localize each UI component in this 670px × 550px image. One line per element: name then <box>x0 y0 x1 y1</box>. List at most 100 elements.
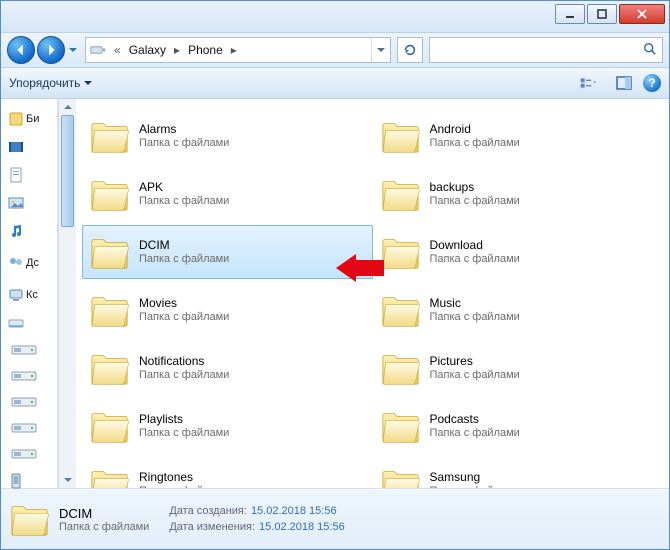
folder-name: backups <box>430 180 520 194</box>
folder-item[interactable]: backupsПапка с файлами <box>373 167 664 221</box>
folder-item[interactable]: NotificationsПапка с файлами <box>82 341 373 395</box>
scroll-down-icon[interactable] <box>59 472 76 488</box>
sidebar-item-phone[interactable] <box>8 473 50 489</box>
details-type: Папка с файлами <box>59 521 149 533</box>
folder-icon <box>89 174 131 214</box>
chevron-down-icon <box>84 76 92 90</box>
folder-icon <box>380 116 422 156</box>
organize-menu[interactable]: Упорядочить <box>9 76 92 90</box>
search-box[interactable] <box>429 37 663 63</box>
folder-item[interactable]: SamsungПапка с файлами <box>373 457 664 488</box>
sidebar-item-pictures[interactable] <box>8 195 50 211</box>
titlebar <box>1 1 669 33</box>
folder-icon <box>89 290 131 330</box>
libraries-icon <box>8 111 24 127</box>
video-icon <box>8 139 24 155</box>
file-list[interactable]: AlarmsПапка с файламиAndroidПапка с файл… <box>76 99 669 488</box>
folder-icon <box>380 232 422 272</box>
scroll-thumb[interactable] <box>61 115 74 227</box>
folder-item[interactable]: RingtonesПапка с файлами <box>82 457 373 488</box>
forward-button[interactable] <box>37 36 65 64</box>
folder-item[interactable]: AndroidПапка с файлами <box>373 109 664 163</box>
folder-item[interactable]: PicturesПапка с файлами <box>373 341 664 395</box>
folder-name: DCIM <box>139 238 229 252</box>
chevron-left-icon: « <box>110 43 125 57</box>
sidebar-item-videos[interactable] <box>8 139 50 155</box>
sidebar-item-drive-c[interactable] <box>8 315 50 331</box>
breadcrumb-seg-phone[interactable]: Phone <box>184 38 227 62</box>
organize-label: Упорядочить <box>9 76 80 90</box>
folder-item[interactable]: DCIMПапка с файлами <box>82 225 373 279</box>
details-created-value: 15.02.2018 15:56 <box>251 503 337 519</box>
folder-item[interactable]: DownloadПапка с файлами <box>373 225 664 279</box>
sidebar-item-drive[interactable] <box>11 369 47 383</box>
scroll-up-icon[interactable] <box>59 99 76 115</box>
scroll-track[interactable] <box>59 115 76 472</box>
folder-name: Samsung <box>430 470 520 484</box>
folder-subtitle: Папка с файлами <box>139 194 229 208</box>
sidebar-item-docs[interactable] <box>8 167 50 183</box>
folder-subtitle: Папка с файлами <box>139 252 229 266</box>
breadcrumb[interactable]: « Galaxy ▸ Phone ▸ <box>85 37 391 63</box>
view-options-button[interactable] <box>569 72 607 94</box>
details-modified-label: Дата изменения: <box>169 519 255 535</box>
sidebar-item-homegroup[interactable]: Дс <box>8 255 50 271</box>
help-button[interactable]: ? <box>643 74 661 92</box>
sidebar-item-drive[interactable] <box>11 395 47 409</box>
refresh-button[interactable] <box>397 37 423 63</box>
folder-icon <box>380 348 422 388</box>
phone-icon <box>8 473 24 489</box>
navbar: « Galaxy ▸ Phone ▸ <box>1 33 669 68</box>
nav-sidebar[interactable]: Би Дс Кс <box>1 99 58 488</box>
homegroup-icon <box>8 255 24 271</box>
folder-name: Pictures <box>430 354 520 368</box>
chevron-right-icon: ▸ <box>170 43 184 57</box>
folder-subtitle: Папка с файлами <box>139 368 229 382</box>
chevron-right-icon: ▸ <box>227 43 241 57</box>
folder-item[interactable]: MoviesПапка с файлами <box>82 283 373 337</box>
picture-icon <box>8 195 24 211</box>
device-icon[interactable] <box>86 44 110 56</box>
preview-pane-button[interactable] <box>613 72 635 94</box>
sidebar-item-drive[interactable] <box>11 447 47 461</box>
folder-name: Music <box>430 296 520 310</box>
breadcrumb-dropdown[interactable] <box>371 38 390 62</box>
sidebar-item-computer[interactable]: Кс <box>8 287 50 303</box>
maximize-button[interactable] <box>587 4 617 24</box>
search-icon[interactable] <box>638 42 662 59</box>
sidebar-item-drive[interactable] <box>11 343 47 357</box>
body: Би Дс Кс <box>1 99 669 488</box>
folder-name: Notifications <box>139 354 229 368</box>
document-icon <box>8 167 24 183</box>
minimize-button[interactable] <box>555 4 585 24</box>
close-button[interactable] <box>619 4 665 24</box>
back-button[interactable] <box>7 36 35 64</box>
folder-subtitle: Папка с файлами <box>430 252 520 266</box>
folder-item[interactable]: APKПапка с файлами <box>82 167 373 221</box>
folder-subtitle: Папка с файлами <box>139 426 229 440</box>
sidebar-item-music[interactable] <box>8 223 50 239</box>
folder-subtitle: Папка с файлами <box>430 310 520 324</box>
breadcrumb-seg-galaxy[interactable]: Galaxy <box>125 38 170 62</box>
sidebar-scrollbar[interactable] <box>58 99 76 488</box>
folder-icon <box>89 116 131 156</box>
sidebar-item-libraries[interactable]: Би <box>8 111 50 127</box>
folder-subtitle: Папка с файлами <box>430 484 520 488</box>
folder-icon <box>380 464 422 488</box>
folder-icon <box>89 348 131 388</box>
folder-item[interactable]: AlarmsПапка с файлами <box>82 109 373 163</box>
folder-icon <box>380 290 422 330</box>
folder-icon <box>9 498 51 540</box>
drive-icon <box>8 315 24 331</box>
folder-item[interactable]: MusicПапка с файлами <box>373 283 664 337</box>
folder-icon <box>380 174 422 214</box>
search-input[interactable] <box>430 43 638 57</box>
folder-item[interactable]: PlaylistsПапка с файлами <box>82 399 373 453</box>
folder-icon <box>89 232 131 272</box>
toolbar: Упорядочить ? <box>1 68 669 99</box>
folder-icon <box>89 464 131 488</box>
folder-name: Download <box>430 238 520 252</box>
folder-item[interactable]: PodcastsПапка с файлами <box>373 399 664 453</box>
history-dropdown[interactable] <box>67 37 79 63</box>
sidebar-item-drive[interactable] <box>11 421 47 435</box>
